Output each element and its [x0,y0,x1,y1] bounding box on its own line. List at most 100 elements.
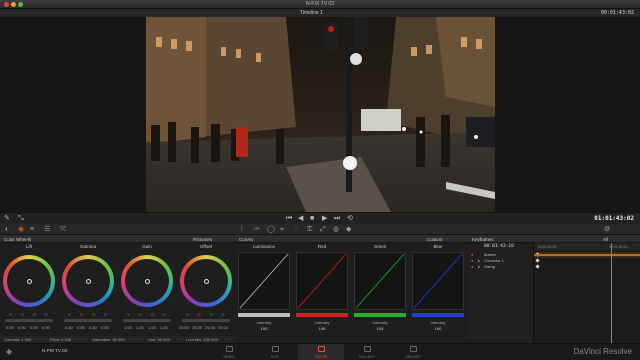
luminance-curve-graph[interactable] [238,252,290,310]
page-tab-media[interactable]: MEDIA [206,344,252,360]
color-wheels-title: Color Wheels [4,236,32,242]
wheel-label: Lift [25,244,32,249]
brand-label: DaVinci Resolve [573,347,632,356]
media-icon [226,346,233,352]
street-scene-image [146,17,495,212]
intensity-value[interactable]: 100 [351,326,409,331]
blue-curve-graph[interactable] [412,252,464,310]
keyframe-playhead[interactable] [611,243,612,343]
wheel-handle[interactable] [86,279,91,284]
luminance-intensity-slider[interactable] [238,313,290,317]
intensity-value[interactable]: 100 [293,326,351,331]
intensity-label: Intensity [430,320,446,325]
loop-icon[interactable]: ⟲ [347,215,353,222]
page-navigation-bar: ◆ N-PIX TV 03 MEDIA EDIT COLOR GALLERY D… [0,343,640,360]
offset-master-slider[interactable] [182,319,230,322]
contrast-value[interactable]: Contrast: 1.000 [4,337,31,342]
pivot-value[interactable]: Pivot: 0.435 [50,337,71,342]
tracker-icon[interactable]: ⌖ [280,226,284,233]
wheel-gain: Gain YRGB 1.00 1.00 1.00 1.00 [118,243,176,336]
page-tab-gallery[interactable]: GALLERY [344,344,390,360]
motion-icon[interactable]: ⤧ [60,226,66,233]
saturation-value[interactable]: Saturation: 50.000 [92,337,125,342]
offset-wheel[interactable] [180,255,232,307]
page-tab-edit[interactable]: EDIT [252,344,298,360]
project-name: N-PIX TV 03 [42,348,68,353]
wheels-icon[interactable]: ◉ [18,226,24,233]
color-wheels-header: Color Wheels Primaries [0,235,235,243]
page-tab-color[interactable]: COLOR [298,344,344,360]
gain-master-slider[interactable] [123,319,171,322]
qualifier-icon[interactable]: ✑ [254,226,260,233]
keyframe-timecode: 00:01:43:18 [484,244,514,249]
green-curve-graph[interactable] [354,252,406,310]
gallery-icon [364,346,371,352]
window-titlebar: N-PIX TV 03 [0,0,640,9]
wheel-offset: Offset YRGB 25.00 25.00 25.00 25.00 [177,243,235,336]
red-curve-graph[interactable] [296,252,348,310]
play-reverse-icon[interactable]: ◀ [298,215,303,222]
curves-icon[interactable]: ⌇ [240,226,243,233]
gain-wheel[interactable] [121,255,173,307]
color-tool-strip: ◐ ◉ ≡ ☰ ⤧ ⌇ ✑ ◯ ⌖ ◌ ⚿ ⤢ ◍ ◆ ⚙ [0,224,640,235]
wheel-label: Offset [200,244,212,249]
intensity-label: Intensity [256,320,272,325]
color-wheels-panel: Lift YRGB 0.00 0.00 0.00 0.00 Gamma YRGB 0.… [0,243,235,336]
curves-title: Curves [239,236,254,242]
mode-icon[interactable]: ◐ [5,226,9,233]
window-icon[interactable]: ◯ [267,226,275,233]
all-dropdown[interactable]: All [603,237,608,242]
intensity-value[interactable]: 100 [409,326,467,331]
first-frame-icon[interactable]: ⏮ [286,215,292,222]
curve-blue: Blue Intensity 100 [409,243,467,343]
drop-icon[interactable]: ◆ [346,226,351,233]
key-icon[interactable]: ⚿ [307,226,312,233]
lift-wheel[interactable] [3,255,55,307]
wheel-handle[interactable] [204,279,209,284]
transport-bar: ✎ ⤡ ⏮ ◀ ■ ▶ ⏭ ⟲ 01:01:43:02 [0,212,640,224]
wheel-handle[interactable] [27,279,32,284]
stop-icon[interactable]: ■ [310,215,314,222]
collapse-icon[interactable]: ⤡ [18,215,24,222]
timeline-name[interactable]: Timeline 1 [300,10,323,16]
curve-label: Blue [433,244,443,249]
sizing-track[interactable] [534,264,640,270]
wand-icon[interactable]: ✎ [4,215,10,222]
curve-green: Green Intensity 100 [351,243,409,343]
hue-value[interactable]: Hue: 50.000 [148,337,170,342]
color-icon [318,346,325,352]
wheel-handle[interactable] [145,279,150,284]
red-intensity-slider[interactable] [296,313,348,317]
custom-dropdown[interactable]: Custom [427,237,443,242]
gamma-master-slider[interactable] [64,319,112,322]
curve-red: Red Intensity 100 [293,243,351,343]
stereo-icon[interactable]: ◍ [333,226,339,233]
wheel-label: Gamma [79,244,96,249]
page-tab-deliver[interactable]: DELIVER [390,344,436,360]
primaries-dropdown[interactable]: Primaries [193,237,212,242]
transport-timecode: 01:01:43:02 [594,215,634,222]
intensity-value[interactable]: 100 [235,326,293,331]
keyframes-panel: 00:01:43:18 ● Master ● ▸ Corrector 1 ● ▸… [468,243,640,343]
gamma-wheel[interactable] [62,255,114,307]
blue-intensity-slider[interactable] [412,313,464,317]
green-intensity-slider[interactable] [354,313,406,317]
deliver-icon [410,346,417,352]
curve-label: Red [317,244,327,249]
blur-icon[interactable]: ◌ [294,226,298,233]
video-frame[interactable] [146,17,495,212]
curves-header: Curves Custom [235,235,468,243]
keyframes-header: Keyframes All [468,235,640,243]
keyframe-ruler[interactable]: 00:00:00:00 00:01:52:13 [534,243,640,250]
play-icon[interactable]: ▶ [322,215,327,222]
bars-icon[interactable]: ≡ [30,226,34,233]
lum-mix-value[interactable]: Lum Mix: 100.000 [186,337,218,342]
viewer-header: Timeline 1 00:01:43:02 [0,9,640,17]
settings-icon[interactable]: ⚙ [604,226,610,233]
rgb-mixer-icon[interactable]: ☰ [44,226,50,233]
lift-master-slider[interactable] [5,319,53,322]
curves-panel: Luminance Intensity 100 Red Intensity 10… [235,243,468,343]
last-frame-icon[interactable]: ⏭ [334,215,340,222]
keyframe-row-sizing[interactable]: ● ▸ Sizing [468,264,534,270]
sizing-icon[interactable]: ⤢ [320,226,326,233]
